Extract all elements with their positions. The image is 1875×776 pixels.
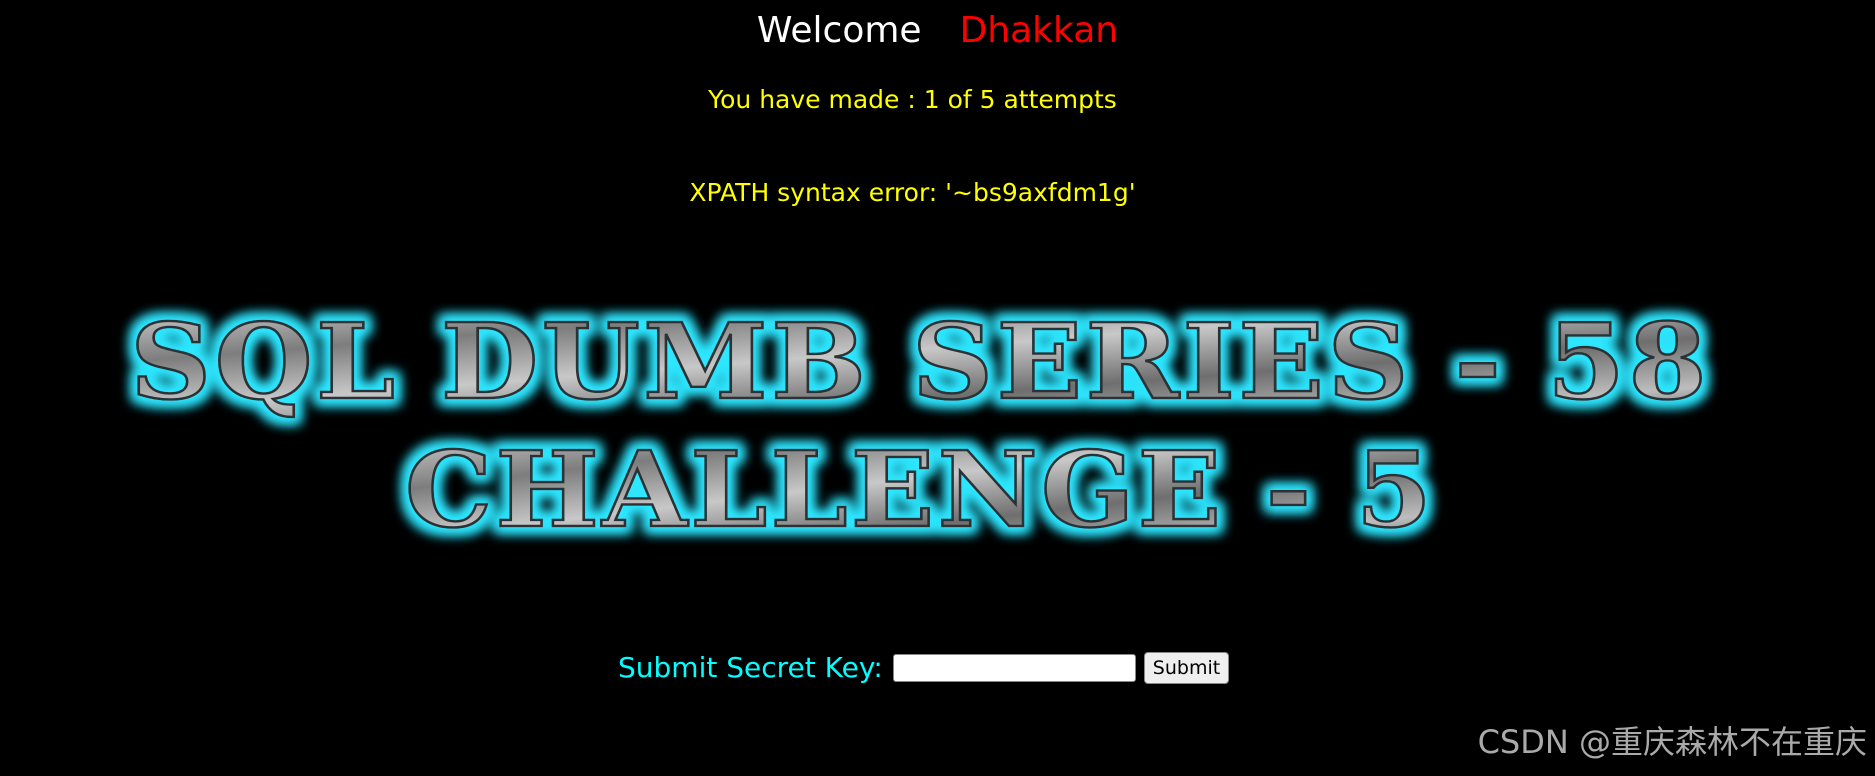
error-message: XPATH syntax error: '~bs9axfdm1g' (689, 178, 1136, 207)
banner-line-2: CHALLENGE - 5 (405, 428, 1435, 551)
csdn-watermark: CSDN @重庆森林不在重庆 (1477, 723, 1867, 761)
secret-key-label: Submit Secret Key: (618, 651, 883, 684)
title-banner-graphic: SQL DUMB SERIES - 58 CHALLENGE - 5 (129, 300, 1710, 552)
attempts-message: You have made : 1 of 5 attempts (708, 85, 1117, 114)
secret-key-input[interactable] (892, 654, 1136, 682)
submit-button[interactable]: Submit (1143, 652, 1230, 684)
secret-key-form: Submit Secret Key: Submit (618, 648, 1230, 688)
welcome-line: Welcome Dhakkan (0, 8, 1875, 54)
page: Welcome Dhakkan You have made : 1 of 5 at… (0, 0, 1875, 776)
title-banner: SQL DUMB SERIES - 58 CHALLENGE - 5 (95, 300, 1745, 560)
username: Dhakkan (959, 10, 1119, 51)
welcome-text: Welcome (756, 10, 922, 51)
banner-line-1: SQL DUMB SERIES - 58 (130, 300, 1710, 423)
